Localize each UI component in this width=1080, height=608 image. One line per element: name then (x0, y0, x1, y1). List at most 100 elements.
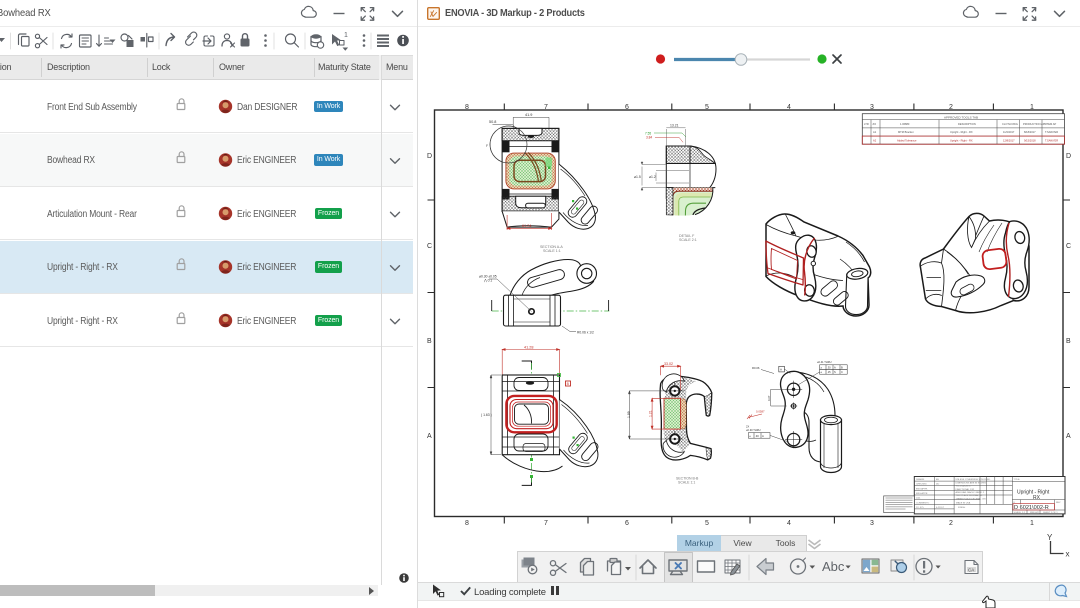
svg-text:3.84: 3.84 (646, 136, 652, 140)
svg-text:x: x (1066, 550, 1070, 559)
svg-text:COMMENTS:: COMMENTS: (916, 502, 930, 504)
svg-text:MADE IN USA: MADE IN USA (956, 501, 971, 504)
svg-text:5: 5 (705, 520, 709, 527)
svg-text:4-POST: 4-POST (936, 507, 945, 509)
svg-text:Y: Y (1047, 533, 1053, 542)
svg-text:Upright - Right - RX: Upright - Right - RX (950, 138, 973, 142)
svg-text:1: 1 (1030, 520, 1034, 527)
svg-text:R0.06: R0.06 (752, 366, 760, 370)
svg-text:C: C (1066, 243, 1071, 250)
svg-text:DIMENSIONS ARE IN INCHES: DIMENSIONS ARE IN INCHES (956, 481, 987, 484)
svg-text:D: D (427, 153, 432, 160)
svg-text:B: B (427, 338, 432, 345)
svg-text:61.24: 61.24 (522, 224, 532, 228)
svg-text:2X .375: 2X .375 (916, 507, 924, 509)
svg-text:FINISH: FINISH (958, 507, 966, 509)
svg-text:ZO: ZO (873, 122, 877, 126)
svg-text:SCALE 1:1: SCALE 1:1 (678, 481, 695, 485)
svg-text:33.02: 33.02 (664, 362, 673, 366)
svg-text:FRACTIONAL 1/32: FRACTIONAL 1/32 (956, 488, 975, 491)
svg-text:D: D (1066, 153, 1071, 160)
svg-text:T.SAWYER: T.SAWYER (1045, 138, 1058, 142)
svg-text:11/3/2017: 11/3/2017 (1003, 130, 1015, 134)
svg-text:SCALE 1:1: SCALE 1:1 (543, 249, 561, 253)
svg-text:SCALE: 1:2: SCALE: 1:2 (1014, 511, 1026, 514)
svg-text:Added Tolerance: Added Tolerance (897, 138, 917, 142)
svg-text:MFG APPR.: MFG APPR. (916, 492, 928, 495)
svg-text:A: A (1066, 433, 1071, 440)
svg-text:A: A (762, 434, 764, 438)
svg-text:1: 1 (1030, 104, 1034, 111)
svg-text:8: 8 (465, 520, 469, 527)
svg-text:SHEET 1 OF 1: SHEET 1 OF 1 (1043, 512, 1058, 514)
svg-text:A: A (780, 368, 782, 372)
svg-text:.30: .30 (827, 365, 831, 369)
svg-text:F: F (486, 144, 488, 148)
svg-text:T.SAWYER: T.SAWYER (1045, 130, 1058, 134)
svg-text:Q.A.: Q.A. (916, 497, 921, 500)
svg-text:13.21: 13.21 (670, 124, 679, 128)
svg-text:TOLERANCES:: TOLERANCES: (956, 485, 972, 488)
svg-text:ITEM AP: ITEM AP (1046, 122, 1057, 126)
svg-text:6: 6 (625, 104, 629, 111)
svg-text:0.67: 0.67 (767, 395, 771, 401)
svg-text:CLOTH DWG: CLOTH DWG (1002, 122, 1018, 126)
svg-text:S: S (834, 370, 836, 374)
svg-text:ENG APPR.: ENG APPR. (916, 487, 928, 490)
svg-text:3: 3 (870, 104, 874, 111)
svg-text:1: 1 (344, 32, 348, 39)
svg-text:UNLESS OTHERWISE SPECIFIED: UNLESS OTHERWISE SPECIFIED (956, 479, 991, 481)
svg-text:C: C (427, 243, 432, 250)
svg-text:SCALE 2:1: SCALE 2:1 (679, 238, 697, 242)
svg-text:.15: .15 (827, 370, 831, 374)
svg-text:1.21: 1.21 (649, 410, 653, 417)
svg-text:TWO PLACE DECIMAL .01: TWO PLACE DECIMAL .01 (956, 494, 984, 497)
svg-text:C: C (841, 370, 843, 374)
svg-text:4: 4 (787, 520, 791, 527)
svg-text:DESCRIPTION: DESCRIPTION (958, 122, 976, 126)
svg-text:RX: RX (1033, 495, 1041, 501)
svg-text:B: B (1066, 338, 1071, 345)
svg-text:A1: A1 (873, 130, 877, 134)
svg-text:7: 7 (544, 520, 548, 527)
svg-text:6: 6 (625, 520, 629, 527)
svg-text:8: 8 (465, 104, 469, 111)
svg-text:2: 2 (949, 520, 953, 527)
svg-text:.30: .30 (755, 434, 759, 438)
svg-text:B: B (841, 365, 843, 369)
svg-text:PRODUCTION APR: PRODUCTION APR (1023, 122, 1046, 126)
svg-text:WEIGHT:: WEIGHT: (1030, 512, 1040, 514)
svg-text:12/8/2017: 12/8/2017 (1003, 138, 1015, 142)
svg-text:DD: DD (936, 484, 940, 486)
svg-text:8/18/2017: 8/18/2017 (1024, 130, 1036, 134)
svg-text:7: 7 (544, 104, 548, 111)
svg-text:A2: A2 (873, 138, 877, 142)
svg-text:2: 2 (949, 104, 953, 111)
svg-text:4: 4 (787, 104, 791, 111)
svg-text:1.89: 1.89 (627, 411, 631, 418)
svg-text:A: A (427, 433, 432, 440)
svg-text:1.06880: 1.06880 (900, 122, 910, 126)
svg-text:CHECKED: CHECKED (916, 484, 927, 486)
svg-text:5: 5 (705, 104, 709, 111)
svg-text:Upright - Right - RX: Upright - Right - RX (950, 130, 973, 134)
svg-text:⌀1.2: ⌀1.2 (649, 175, 656, 179)
svg-text:APPROVED TOOLS TAB: APPROVED TOOLS TAB (944, 115, 978, 119)
svg-text:( 1.63 ): ( 1.63 ) (481, 413, 492, 417)
svg-text:50.8: 50.8 (489, 120, 496, 124)
svg-text:Abc: Abc (822, 559, 845, 574)
svg-text:THREE PLACE DECIMAL .005: THREE PLACE DECIMAL .005 (956, 497, 987, 500)
svg-text:MTM Bracket: MTM Bracket (898, 130, 914, 134)
svg-text:41.9: 41.9 (525, 113, 532, 117)
svg-text:TITLE:: TITLE: (1014, 479, 1021, 481)
svg-text:LTR: LTR (864, 122, 869, 126)
svg-text:⌀1.5: ⌀1.5 (634, 175, 641, 179)
svg-text:DRAWN: DRAWN (916, 478, 925, 481)
svg-text:0.0587: 0.0587 (756, 410, 765, 414)
svg-text:9/15/2018: 9/15/2018 (1024, 138, 1036, 142)
svg-text:R0.06 x 1/2: R0.06 x 1/2 (577, 331, 594, 335)
svg-text:⋀ 0.1: ⋀ 0.1 (483, 279, 492, 283)
svg-text:2X: 2X (746, 425, 749, 429)
svg-text:41.28: 41.28 (524, 345, 534, 349)
svg-text:⌀0.41 THRU: ⌀0.41 THRU (817, 360, 832, 364)
